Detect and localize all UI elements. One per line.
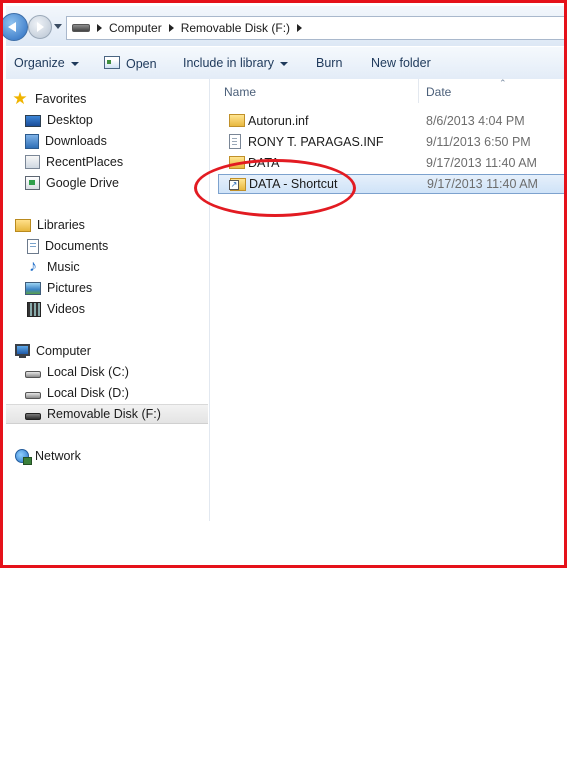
removable-drive-icon (72, 24, 90, 32)
nav-item-local-disk-c[interactable]: Local Disk (C:) (25, 362, 227, 382)
column-header-name[interactable]: Name (224, 85, 256, 99)
dropdown-arrow-icon (280, 61, 289, 66)
file-row[interactable]: Autorun.inf 8/6/2013 4:04 PM (218, 111, 564, 131)
nav-item-label: Videos (47, 302, 85, 316)
nav-item-label: Local Disk (D:) (47, 386, 129, 400)
removable-drive-icon (25, 412, 41, 420)
forward-button[interactable] (28, 15, 52, 39)
sort-arrow-icon: ⌃ (499, 78, 507, 88)
chevron-right-icon[interactable] (297, 24, 303, 32)
file-date: 9/17/2013 11:40 AM (426, 156, 537, 170)
column-header-date[interactable]: Date (426, 85, 451, 99)
address-bar-region: Computer Removable Disk (F:) (3, 6, 564, 46)
hard-drive-icon (25, 391, 41, 399)
organize-label: Organize (14, 56, 65, 70)
nav-favorites-label: Favorites (35, 92, 87, 106)
column-divider[interactable] (418, 79, 419, 103)
nav-item-recentplaces[interactable]: RecentPlaces (25, 152, 227, 172)
file-name: RONY T. PARAGAS.INF (248, 135, 384, 149)
recent-pages-dropdown[interactable] (54, 24, 62, 29)
breadcrumb-removable-disk[interactable]: Removable Disk (F:) (181, 21, 290, 35)
nav-item-label: Downloads (45, 134, 107, 148)
file-date: 8/6/2013 4:04 PM (426, 114, 525, 128)
annotation-circle (194, 159, 356, 217)
command-bar: Organize Open Include in library Burn Ne… (6, 46, 564, 80)
network-icon (15, 449, 32, 465)
nav-item-label: Desktop (47, 113, 93, 127)
documents-icon (27, 238, 39, 254)
music-note-icon: ♪ (29, 258, 37, 275)
nav-item-music[interactable]: ♪ Music (25, 257, 227, 277)
nav-item-documents[interactable]: Documents (27, 236, 229, 256)
navigation-pane[interactable]: ★ Favorites Desktop Downloads RecentPlac… (6, 79, 210, 521)
chevron-right-icon[interactable] (97, 24, 102, 32)
google-drive-icon (25, 176, 40, 190)
nav-item-label: Local Disk (C:) (47, 365, 129, 379)
file-icon (229, 134, 241, 149)
pictures-icon (25, 281, 41, 295)
dropdown-arrow-icon (70, 61, 79, 66)
chevron-right-icon[interactable] (168, 24, 174, 32)
nav-item-desktop[interactable]: Desktop (25, 110, 227, 130)
downloads-icon (25, 133, 39, 149)
nav-item-downloads[interactable]: Downloads (25, 131, 227, 151)
recent-places-icon (25, 155, 40, 169)
computer-icon (15, 344, 30, 358)
new-folder-label: New folder (371, 56, 431, 70)
nav-item-label: Music (47, 260, 80, 274)
file-list-pane[interactable]: Name Date ⌃ Autorun.inf 8/6/2013 4:04 PM… (210, 78, 564, 565)
libraries-icon (15, 218, 31, 232)
folder-icon (229, 114, 245, 127)
include-in-library-button[interactable]: Include in library (183, 56, 289, 70)
file-date: 9/11/2013 6:50 PM (426, 135, 531, 149)
hard-drive-icon (25, 370, 41, 378)
file-name: Autorun.inf (248, 114, 309, 128)
nav-favorites[interactable]: ★ Favorites (12, 89, 214, 109)
new-folder-button[interactable]: New folder (371, 56, 431, 70)
open-icon (104, 56, 120, 69)
nav-libraries-label: Libraries (37, 218, 85, 232)
breadcrumb-computer[interactable]: Computer (109, 21, 162, 35)
nav-item-local-disk-d[interactable]: Local Disk (D:) (25, 383, 227, 403)
star-icon: ★ (12, 89, 28, 108)
nav-computer[interactable]: Computer (15, 341, 217, 361)
burn-button[interactable]: Burn (316, 56, 342, 70)
nav-item-label: Google Drive (46, 176, 119, 190)
address-bar[interactable]: Computer Removable Disk (F:) (66, 16, 564, 40)
file-row[interactable]: RONY T. PARAGAS.INF 9/11/2013 6:50 PM (218, 132, 564, 152)
file-date: 9/17/2013 11:40 AM (427, 177, 538, 191)
nav-item-label: Removable Disk (F:) (47, 407, 161, 421)
back-button[interactable] (3, 13, 28, 41)
include-in-library-label: Include in library (183, 56, 275, 70)
nav-item-videos[interactable]: Videos (27, 299, 229, 319)
nav-network-label: Network (35, 449, 81, 463)
desktop-icon (25, 115, 41, 127)
open-label: Open (126, 57, 157, 71)
videos-icon (27, 301, 41, 317)
organize-button[interactable]: Organize (14, 56, 79, 70)
nav-libraries[interactable]: Libraries (15, 215, 217, 235)
nav-item-pictures[interactable]: Pictures (25, 278, 227, 298)
explorer-window: Computer Removable Disk (F:) Organize Op… (0, 0, 567, 568)
nav-item-label: RecentPlaces (46, 155, 124, 169)
nav-item-label: Documents (45, 239, 109, 253)
burn-label: Burn (316, 56, 343, 70)
nav-network[interactable]: Network (15, 446, 217, 466)
nav-item-label: Pictures (47, 281, 93, 295)
nav-computer-label: Computer (36, 344, 91, 358)
open-button[interactable]: Open (104, 56, 157, 71)
nav-item-removable-disk-f[interactable]: Removable Disk (F:) (6, 404, 208, 424)
